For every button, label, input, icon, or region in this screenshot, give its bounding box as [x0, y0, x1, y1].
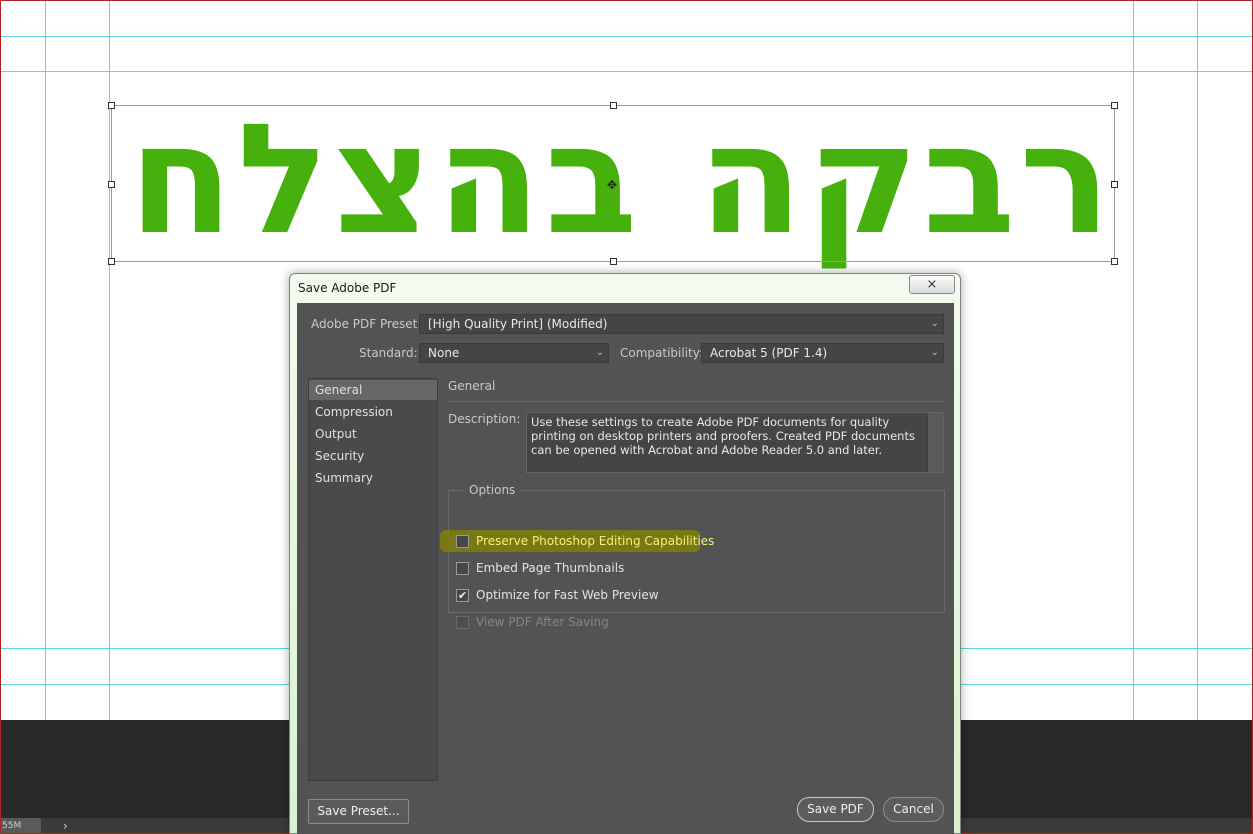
options-legend: Options — [464, 483, 521, 497]
dialog-body: Adobe PDF Preset: [High Quality Print] (… — [297, 303, 954, 834]
compatibility-label: Compatibility: — [620, 346, 704, 360]
zoom-readout[interactable]: 55M — [1, 818, 41, 833]
checkbox-disabled — [456, 615, 469, 629]
section-divider — [448, 401, 944, 402]
preset-select[interactable]: [High Quality Print] (Modified) ⌄ — [419, 314, 944, 334]
nav-item-summary[interactable]: Summary — [309, 468, 437, 488]
close-button[interactable]: ⨯ — [909, 275, 955, 294]
option-label: View PDF After Saving — [476, 615, 609, 629]
preset-label: Adobe PDF Preset: — [311, 317, 422, 331]
description-scrollbar[interactable] — [927, 413, 943, 472]
nav-item-compression[interactable]: Compression — [309, 402, 437, 422]
nav-item-security[interactable]: Security — [309, 446, 437, 466]
resize-handle-top[interactable] — [610, 102, 617, 109]
preset-value: [High Quality Print] (Modified) — [428, 317, 608, 331]
description-text: Use these settings to create Adobe PDF d… — [531, 415, 915, 457]
option-preserve-photoshop-editing[interactable]: Preserve Photoshop Editing Capabilities — [448, 531, 714, 551]
resize-handle-left[interactable] — [108, 181, 115, 188]
resize-handle-top-right[interactable] — [1111, 102, 1118, 109]
option-optimize-fast-web-preview[interactable]: ✔ Optimize for Fast Web Preview — [448, 585, 659, 605]
option-label: Embed Page Thumbnails — [476, 561, 625, 575]
nav-item-output[interactable]: Output — [309, 424, 437, 444]
resize-handle-right[interactable] — [1111, 181, 1118, 188]
compatibility-select[interactable]: Acrobat 5 (PDF 1.4) ⌄ — [701, 343, 944, 363]
section-title: General — [448, 379, 496, 393]
option-embed-page-thumbnails[interactable]: Embed Page Thumbnails — [448, 558, 624, 578]
resize-handle-bottom-right[interactable] — [1111, 258, 1118, 265]
chevron-down-icon: ⌄ — [930, 347, 939, 358]
save-pdf-button[interactable]: Save PDF — [797, 797, 874, 822]
option-label: Optimize for Fast Web Preview — [476, 588, 659, 602]
category-list: General Compression Output Security Summ… — [308, 378, 438, 781]
standard-value: None — [428, 346, 460, 360]
resize-handle-bottom[interactable] — [610, 258, 617, 265]
guide-vertical[interactable] — [1197, 1, 1198, 833]
checkbox-checked[interactable]: ✔ — [456, 588, 469, 602]
cancel-button[interactable]: Cancel — [883, 797, 944, 822]
guide-vertical[interactable] — [45, 1, 46, 833]
guide-vertical[interactable] — [1133, 1, 1134, 833]
description-textarea[interactable]: Use these settings to create Adobe PDF d… — [526, 412, 944, 473]
checkmark-icon: ✔ — [457, 588, 468, 602]
dialog-title: Save Adobe PDF — [298, 281, 397, 295]
save-adobe-pdf-dialog: Save Adobe PDF ⨯ Adobe PDF Preset: [High… — [289, 273, 961, 834]
standard-select[interactable]: None ⌄ — [419, 343, 609, 363]
reference-point-icon[interactable]: ✥ — [607, 178, 617, 192]
chevron-down-icon: ⌄ — [595, 347, 604, 358]
option-label: Preserve Photoshop Editing Capabilities — [476, 534, 715, 548]
checkbox[interactable] — [456, 561, 469, 575]
description-label: Description: — [448, 412, 521, 426]
guide-vertical[interactable] — [109, 1, 110, 833]
chevron-down-icon: ⌄ — [930, 318, 939, 329]
status-menu-arrow-icon[interactable]: › — [63, 819, 68, 833]
save-preset-button[interactable]: Save Preset... — [308, 799, 409, 824]
guide-horizontal[interactable] — [1, 36, 1252, 37]
guide-horizontal[interactable] — [1, 71, 1252, 72]
standard-label: Standard: — [359, 346, 418, 360]
checkbox[interactable] — [456, 534, 469, 548]
resize-handle-bottom-left[interactable] — [108, 258, 115, 265]
compatibility-value: Acrobat 5 (PDF 1.4) — [710, 346, 828, 360]
option-view-pdf-after-saving: View PDF After Saving — [448, 612, 609, 632]
resize-handle-top-left[interactable] — [108, 102, 115, 109]
nav-item-general[interactable]: General — [309, 380, 437, 400]
